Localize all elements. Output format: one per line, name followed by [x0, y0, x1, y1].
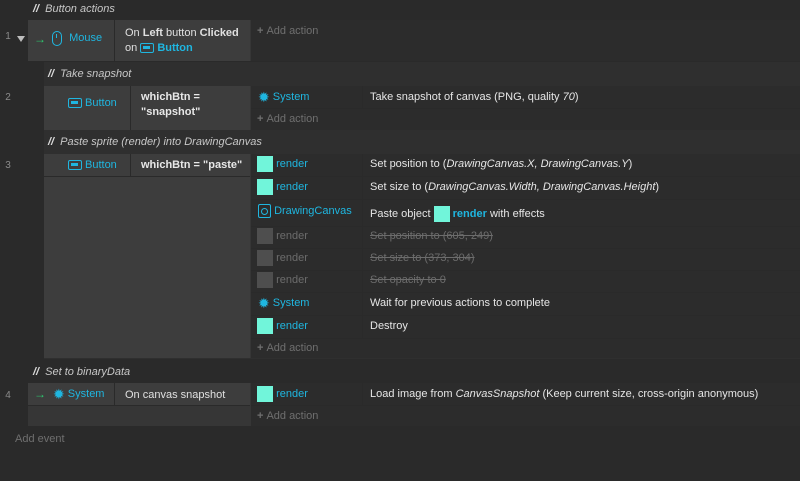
action-destroy[interactable]: Destroy: [370, 320, 408, 332]
row-number: 4: [5, 390, 11, 401]
sprite-icon: [257, 156, 273, 172]
condition-object-mouse[interactable]: Mouse: [52, 31, 102, 46]
action-object-render[interactable]: render: [257, 386, 308, 402]
collapse-arrow-icon[interactable]: [17, 36, 25, 42]
actions-area-1[interactable]: [251, 20, 800, 61]
button-icon: [140, 43, 155, 54]
sprite-icon: [257, 228, 273, 244]
action-object-render-disabled[interactable]: render: [257, 250, 308, 266]
gear-icon: ✹: [258, 89, 270, 105]
group-comment-button-actions[interactable]: //Button actions: [33, 0, 115, 18]
row-number: 2: [5, 92, 11, 103]
sprite-icon: [433, 206, 450, 222]
add-action-button[interactable]: + Add action: [257, 113, 318, 125]
condition-object-system[interactable]: ✹ System: [53, 387, 104, 401]
action-set-opacity-disabled[interactable]: Set opacity to 0: [370, 274, 446, 286]
action-take-snapshot[interactable]: Take snapshot of canvas (PNG, quality 70…: [370, 91, 579, 103]
button-icon: [68, 160, 82, 171]
action-object-render[interactable]: render: [257, 156, 308, 172]
row-number: 1: [5, 31, 11, 42]
action-set-size[interactable]: Set size to (DrawingCanvas.Width, Drawin…: [370, 181, 659, 193]
add-action-button[interactable]: + Add action: [257, 25, 318, 37]
button-icon: [68, 98, 82, 109]
sprite-icon: [257, 318, 273, 334]
action-set-position[interactable]: Set position to (DrawingCanvas.X, Drawin…: [370, 158, 632, 170]
add-action-button[interactable]: + Add action: [257, 410, 318, 422]
sprite-icon: [257, 386, 273, 402]
sprite-icon: [257, 250, 273, 266]
group-comment-take-snapshot[interactable]: //Take snapshot: [48, 65, 131, 83]
action-object-system[interactable]: ✹ System: [258, 296, 309, 310]
gear-icon: ✹: [258, 295, 270, 311]
action-set-position-disabled[interactable]: Set position to (605, 249): [370, 230, 493, 242]
action-load-image[interactable]: Load image from CanvasSnapshot (Keep cur…: [370, 388, 758, 400]
action-object-render[interactable]: render: [257, 318, 308, 334]
sprite-icon: [257, 179, 273, 195]
mouse-icon: [52, 31, 62, 46]
sprite-icon: [257, 272, 273, 288]
condition-whichbtn-paste[interactable]: whichBtn = "paste": [141, 159, 242, 171]
group-comment-paste-sprite[interactable]: //Paste sprite (render) into DrawingCanv…: [48, 133, 262, 151]
trigger-arrow-icon: →: [34, 32, 46, 46]
action-object-render[interactable]: render: [257, 179, 308, 195]
trigger-arrow-icon: →: [34, 387, 46, 401]
action-paste-object[interactable]: Paste object render with effects: [370, 206, 545, 222]
action-object-drawingcanvas[interactable]: DrawingCanvas: [258, 204, 352, 218]
condition-whichbtn-snapshot[interactable]: whichBtn = "snapshot": [141, 90, 200, 120]
condition-area-3[interactable]: [44, 154, 250, 358]
group-comment-set-binary[interactable]: //Set to binaryData: [33, 363, 130, 381]
row-number: 3: [5, 160, 11, 171]
action-object-render-disabled[interactable]: render: [257, 272, 308, 288]
condition-on-canvas-snapshot[interactable]: On canvas snapshot: [125, 389, 225, 401]
add-action-button[interactable]: + Add action: [257, 342, 318, 354]
condition-object-button[interactable]: Button: [68, 97, 117, 109]
action-object-system[interactable]: ✹ System: [258, 90, 309, 104]
gear-icon: ✹: [53, 386, 65, 402]
condition-object-button[interactable]: Button: [68, 159, 117, 171]
condition-on-click[interactable]: On Left button Clicked on Button: [125, 26, 249, 56]
action-object-render-disabled[interactable]: render: [257, 228, 308, 244]
drawing-canvas-icon: [258, 204, 271, 218]
action-wait[interactable]: Wait for previous actions to complete: [370, 297, 550, 309]
add-event-button[interactable]: Add event: [15, 433, 65, 445]
action-set-size-disabled[interactable]: Set size to (373, 304): [370, 252, 475, 264]
